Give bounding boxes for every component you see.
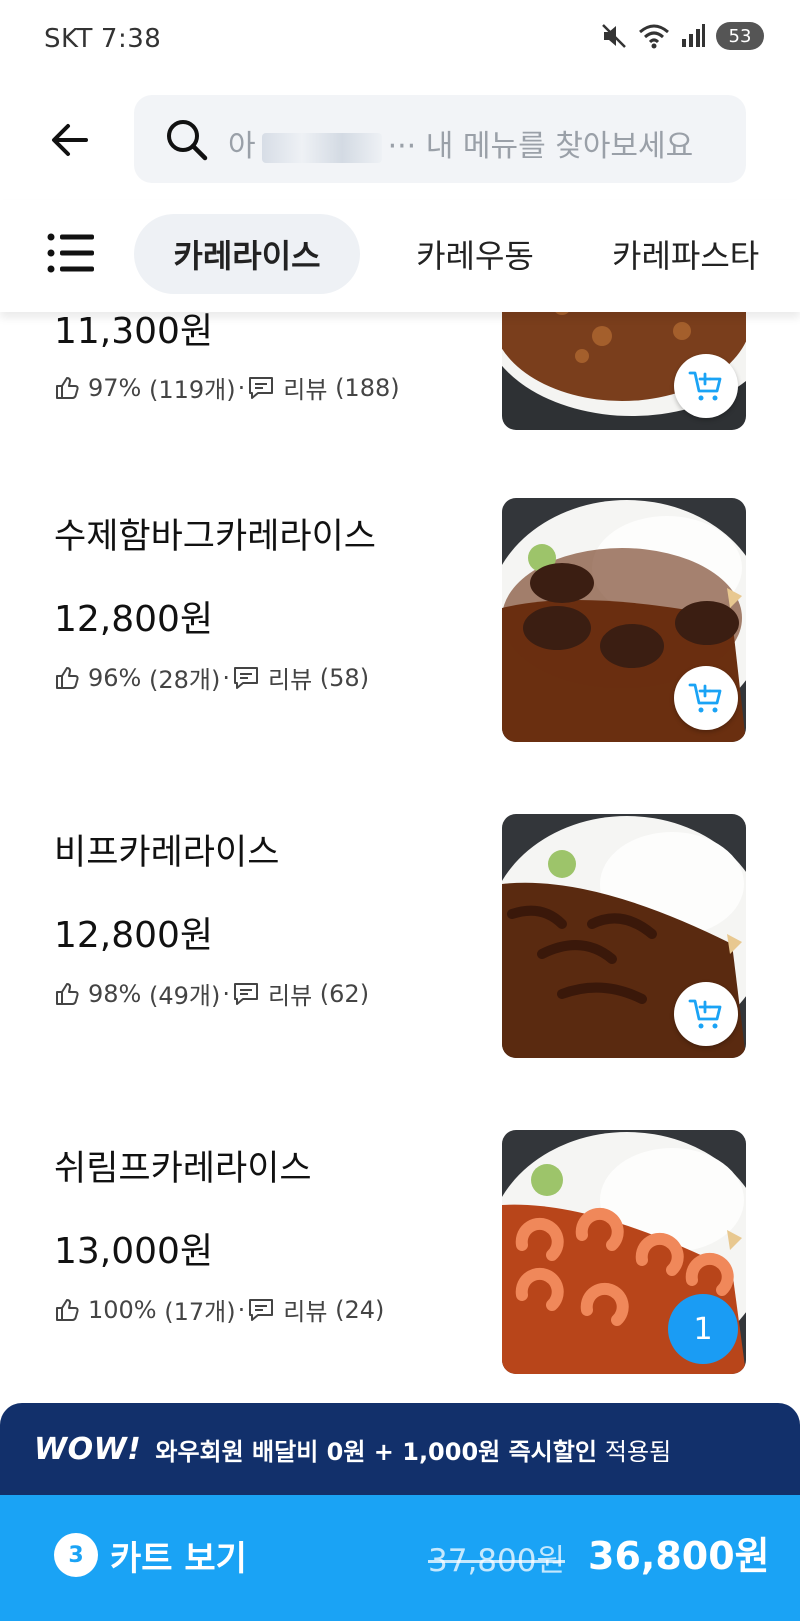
add-to-cart-button[interactable] — [674, 982, 738, 1046]
item-name: 수제함바그카레라이스 — [54, 517, 377, 557]
list-item[interactable]: 11,300원 97% (119개) · 리뷰 (188) — [0, 312, 800, 454]
food-image[interactable] — [502, 498, 746, 742]
signal-icon — [682, 24, 705, 47]
search-input[interactable]: 아 ··· 내 메뉴를 찾아보세요 — [134, 95, 746, 183]
carrier-label: SKT — [44, 24, 93, 54]
review-icon — [249, 376, 274, 399]
like-percent: 100% — [88, 1295, 157, 1324]
review-icon — [233, 666, 258, 689]
wow-applied-label: 적용됨 — [604, 1437, 672, 1466]
review-count: (188) — [335, 373, 400, 402]
battery-indicator: 53 — [716, 22, 764, 50]
cart-original-price: 37,800원 — [428, 1543, 565, 1579]
review-count: (62) — [319, 979, 370, 1008]
menu-list-icon[interactable] — [46, 230, 96, 276]
review-label: 리뷰 — [283, 376, 328, 404]
status-icons: 53 — [600, 22, 764, 50]
separator: · — [237, 373, 246, 402]
view-cart-button[interactable]: 3 카트 보기 37,800원 36,800원 — [0, 1495, 800, 1621]
category-tabs: 카레라이스 카레우동 카레파스타 — [0, 200, 800, 312]
search-header: 아 ··· 내 메뉴를 찾아보세요 — [0, 80, 800, 200]
tab-curry-rice[interactable]: 카레라이스 — [134, 214, 360, 294]
thumbs-up-icon — [56, 376, 79, 399]
item-price: 12,800원 — [54, 915, 214, 956]
arrow-left-icon — [52, 124, 88, 156]
separator: · — [222, 979, 230, 1008]
search-placeholder: 아 ··· 내 메뉴를 찾아보세요 — [228, 121, 693, 165]
cart-quantity-badge[interactable]: 1 — [668, 1294, 738, 1364]
status-bar: SKT 7:38 53 — [0, 0, 800, 80]
add-cart-icon — [688, 683, 722, 713]
thumbs-up-icon — [56, 1298, 79, 1321]
add-cart-icon — [688, 999, 722, 1029]
wifi-icon — [639, 24, 669, 49]
search-icon — [167, 120, 208, 161]
like-count: (17개) — [164, 1298, 236, 1326]
thumbs-up-icon — [56, 666, 79, 689]
food-image[interactable]: 1 — [502, 1130, 746, 1374]
review-icon — [249, 1298, 274, 1321]
item-stats: 96% (28개) · 리뷰 (58) — [54, 660, 369, 695]
cart-total-price: 36,800원 — [588, 1534, 770, 1578]
item-price: 13,000원 — [54, 1231, 214, 1272]
wow-benefit-text: 와우회원 배달비 0원 + 1,000원 즉시할인 — [155, 1437, 597, 1466]
food-image[interactable] — [502, 312, 746, 430]
search-placeholder-end: ··· 내 메뉴를 찾아보세요 — [387, 129, 694, 164]
review-label: 리뷰 — [283, 1298, 328, 1326]
review-label: 리뷰 — [267, 982, 313, 1010]
clock: 7:38 — [100, 24, 162, 54]
tab-curry-udon[interactable]: 카레우동 — [380, 214, 570, 294]
wow-membership-banner: WOW! 와우회원 배달비 0원 + 1,000원 즉시할인 적용됨 — [0, 1403, 800, 1495]
cart-label: 카트 보기 — [110, 1539, 247, 1579]
like-count: (49개) — [148, 982, 221, 1010]
separator: · — [222, 663, 230, 692]
review-icon — [233, 982, 258, 1005]
item-price: 11,300원 — [54, 312, 214, 352]
item-name: 비프카레라이스 — [54, 833, 280, 873]
list-item[interactable]: 비프카레라이스 12,800원 98% (49개) · 리뷰 (62) — [0, 770, 800, 1086]
tab-curry-pasta[interactable]: 카레파스타 — [612, 214, 800, 294]
like-percent: 96% — [88, 663, 142, 692]
review-label: 리뷰 — [267, 666, 313, 694]
item-name: 쉬림프카레라이스 — [54, 1149, 312, 1189]
item-stats: 98% (49개) · 리뷰 (62) — [54, 976, 369, 1011]
food-image[interactable] — [502, 814, 746, 1058]
item-price: 12,800원 — [54, 599, 214, 640]
menu-list: 11,300원 97% (119개) · 리뷰 (188) 수제함바그카레라이스 … — [0, 312, 800, 1402]
add-to-cart-button[interactable] — [674, 354, 738, 418]
review-count: (58) — [319, 663, 370, 692]
like-percent: 98% — [88, 979, 142, 1008]
list-item[interactable]: 쉬림프카레라이스 13,000원 100% (17개) · 리뷰 (24) 1 — [0, 1086, 800, 1402]
mute-icon — [602, 24, 626, 48]
add-to-cart-button[interactable] — [674, 666, 738, 730]
separator: · — [237, 1295, 246, 1324]
review-count: (24) — [335, 1295, 385, 1324]
like-percent: 97% — [88, 373, 142, 402]
like-count: (28개) — [148, 666, 221, 694]
back-button[interactable] — [40, 110, 100, 170]
status-left: SKT 7:38 — [44, 24, 161, 54]
list-item[interactable]: 수제함바그카레라이스 12,800원 96% (28개) · 리뷰 (58) — [0, 454, 800, 770]
like-count: (119개) — [148, 376, 236, 404]
thumbs-up-icon — [56, 982, 79, 1005]
add-cart-icon — [688, 371, 722, 401]
wow-logo: WOW! — [34, 1431, 142, 1467]
blurred-text — [261, 132, 382, 163]
search-placeholder-start: 아 — [228, 129, 256, 164]
item-stats: 100% (17개) · 리뷰 (24) — [54, 1292, 384, 1327]
item-stats: 97% (119개) · 리뷰 (188) — [54, 370, 400, 405]
cart-count-badge: 3 — [54, 1533, 98, 1577]
